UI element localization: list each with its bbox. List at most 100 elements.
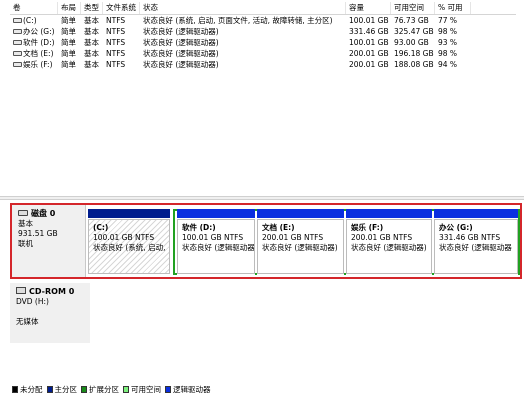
partition-status: 状态良好 (逻辑驱动器 <box>182 243 255 252</box>
volume-percent-free: 77 % <box>438 16 458 25</box>
column-header-capacity[interactable]: 容量 <box>346 2 391 14</box>
legend-item-free-space: 可用空间 <box>123 384 161 395</box>
legend-label: 逻辑驱动器 <box>173 384 211 394</box>
disk-type: 基本 <box>18 219 33 228</box>
legend-item-unallocated: 未分配 <box>12 384 43 395</box>
legend: 未分配 主分区 扩展分区 可用空间 逻辑驱动器 <box>12 383 215 395</box>
volume-filesystem: NTFS <box>106 38 126 47</box>
volume-capacity: 100.01 GB <box>349 16 389 25</box>
column-header-percent-free[interactable]: % 可用 <box>435 2 471 14</box>
volume-free-space: 76.73 GB <box>394 16 429 25</box>
drive-icon <box>13 50 22 56</box>
volume-type: 基本 <box>84 38 99 47</box>
partition-title: (C:) <box>93 223 109 232</box>
legend-swatch <box>81 385 87 393</box>
volume-row[interactable]: (C:) 简单 基本 NTFS 状态良好 (系统, 启动, 页面文件, 活动, … <box>10 15 516 26</box>
volume-percent-free: 94 % <box>438 60 458 69</box>
volume-type: 基本 <box>84 60 99 69</box>
column-header-type[interactable]: 类型 <box>81 2 103 14</box>
volume-status: 状态良好 (系统, 启动, 页面文件, 活动, 故障转储, 主分区) <box>143 16 333 25</box>
partition-size: 100.01 GB NTFS <box>93 233 155 242</box>
volume-name: 文档 (E:) <box>23 49 54 58</box>
disk-0-row: 磁盘 0 基本 931.51 GB 联机 (C:) 100.01 GB NTFS… <box>10 203 522 279</box>
drive-icon <box>13 61 22 67</box>
disk-icon <box>18 209 28 216</box>
volume-name: (C:) <box>23 16 37 25</box>
cdrom-0-label[interactable]: CD-ROM 0 DVD (H:) 无媒体 <box>10 283 90 343</box>
partition-size: 200.01 GB NTFS <box>262 233 324 242</box>
volume-free-space: 325.47 GB <box>394 27 434 36</box>
volume-row[interactable]: 娱乐 (F:) 简单 基本 NTFS 状态良好 (逻辑驱动器) 200.01 G… <box>10 59 516 70</box>
partition-f[interactable]: 娱乐 (F:) 200.01 GB NTFS 状态良好 (逻辑驱动器) <box>346 209 432 275</box>
column-header-filesystem[interactable]: 文件系统 <box>103 2 140 14</box>
partition-size: 100.01 GB NTFS <box>182 233 244 242</box>
legend-label: 可用空间 <box>131 384 161 394</box>
volume-percent-free: 98 % <box>438 27 458 36</box>
volume-row[interactable]: 文档 (E:) 简单 基本 NTFS 状态良好 (逻辑驱动器) 200.01 G… <box>10 48 516 59</box>
drive-icon <box>13 17 22 23</box>
volume-free-space: 196.18 GB <box>394 49 434 58</box>
volume-list[interactable]: 卷 布局 类型 文件系统 状态 容量 可用空间 % 可用 (C:) 简单 基本 … <box>10 2 516 194</box>
pane-splitter[interactable] <box>0 196 524 200</box>
volume-layout: 简单 <box>61 49 76 58</box>
cdrom-drive: DVD (H:) <box>16 297 49 306</box>
volume-row[interactable]: 办公 (G:) 简单 基本 NTFS 状态良好 (逻辑驱动器) 331.46 G… <box>10 26 516 37</box>
column-header-layout[interactable]: 布局 <box>58 2 81 14</box>
partition-title: 文档 (E:) <box>262 223 295 232</box>
volume-type: 基本 <box>84 49 99 58</box>
partition-g[interactable]: 办公 (G:) 331.46 GB NTFS 状态良好 (逻辑驱动器 <box>434 209 518 275</box>
volume-layout: 简单 <box>61 38 76 47</box>
disk-state: 联机 <box>18 239 33 248</box>
partition-e[interactable]: 文档 (E:) 200.01 GB NTFS 状态良好 (逻辑驱动器) <box>257 209 344 275</box>
volume-row[interactable]: 软件 (D:) 简单 基本 NTFS 状态良好 (逻辑驱动器) 100.01 G… <box>10 37 516 48</box>
partition-title: 娱乐 (F:) <box>351 223 384 232</box>
volume-status: 状态良好 (逻辑驱动器) <box>143 38 219 47</box>
volume-layout: 简单 <box>61 16 76 25</box>
volume-type: 基本 <box>84 16 99 25</box>
partition-status: 状态良好 (逻辑驱动器) <box>262 243 338 252</box>
legend-label: 主分区 <box>54 384 78 394</box>
disk-name: 磁盘 0 <box>31 209 56 218</box>
column-header-volume[interactable]: 卷 <box>10 2 58 14</box>
partition-d[interactable]: 软件 (D:) 100.01 GB NTFS 状态良好 (逻辑驱动器 <box>177 209 255 275</box>
volume-name: 软件 (D:) <box>23 38 55 47</box>
legend-item-extended: 扩展分区 <box>81 384 119 395</box>
drive-icon <box>13 39 22 45</box>
legend-label: 扩展分区 <box>89 384 119 394</box>
partition-bar <box>434 209 518 218</box>
legend-item-logical: 逻辑驱动器 <box>165 384 211 395</box>
partition-status: 状态良好 (逻辑驱动器 <box>439 243 512 252</box>
cdrom-media: 无媒体 <box>16 317 39 326</box>
volume-list-header: 卷 布局 类型 文件系统 状态 容量 可用空间 % 可用 <box>10 2 516 15</box>
column-header-free-space[interactable]: 可用空间 <box>391 2 435 14</box>
partition-status: 状态良好 (逻辑驱动器) <box>351 243 427 252</box>
volume-filesystem: NTFS <box>106 27 126 36</box>
volume-filesystem: NTFS <box>106 49 126 58</box>
partition-title: 软件 (D:) <box>182 223 216 232</box>
partition-size: 200.01 GB NTFS <box>351 233 413 242</box>
volume-status: 状态良好 (逻辑驱动器) <box>143 60 219 69</box>
partition-c[interactable]: (C:) 100.01 GB NTFS 状态良好 (系统, 启动, <box>88 209 170 275</box>
volume-name: 娱乐 (F:) <box>23 60 53 69</box>
partition-bar <box>346 209 432 218</box>
volume-layout: 简单 <box>61 60 76 69</box>
volume-free-space: 93.00 GB <box>394 38 429 47</box>
volume-layout: 简单 <box>61 27 76 36</box>
disk-0-label[interactable]: 磁盘 0 基本 931.51 GB 联机 <box>12 205 86 277</box>
volume-status: 状态良好 (逻辑驱动器) <box>143 49 219 58</box>
volume-capacity: 200.01 GB <box>349 49 389 58</box>
volume-percent-free: 93 % <box>438 38 458 47</box>
legend-item-primary: 主分区 <box>46 384 78 395</box>
cdrom-name: CD-ROM 0 <box>29 287 75 296</box>
volume-name: 办公 (G:) <box>23 27 55 36</box>
volume-percent-free: 98 % <box>438 49 458 58</box>
partition-status: 状态良好 (系统, 启动, <box>93 243 166 252</box>
partition-bar <box>257 209 344 218</box>
partition-title: 办公 (G:) <box>439 223 473 232</box>
volume-capacity: 100.01 GB <box>349 38 389 47</box>
legend-swatch <box>123 385 129 393</box>
column-header-status[interactable]: 状态 <box>140 2 346 14</box>
volume-filesystem: NTFS <box>106 16 126 25</box>
drive-icon <box>13 28 22 34</box>
volume-status: 状态良好 (逻辑驱动器) <box>143 27 219 36</box>
